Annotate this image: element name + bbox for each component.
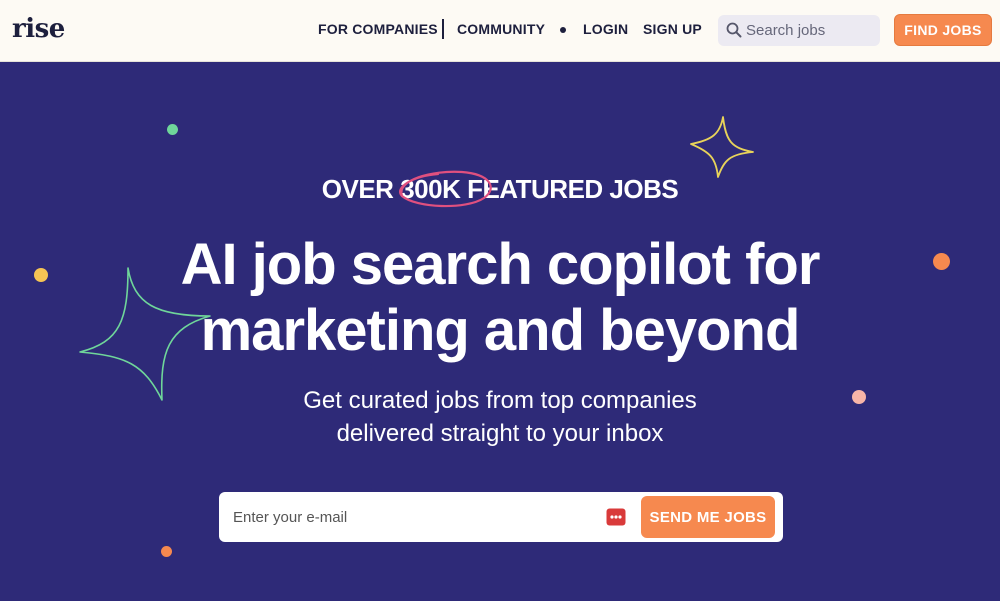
email-signup-form: SEND ME JOBS [219, 492, 783, 542]
rise-logo[interactable]: rise [12, 14, 65, 44]
small-orange-dot-decoration [161, 546, 172, 557]
search-jobs-box[interactable] [718, 15, 880, 46]
kicker-prefix: OVER [321, 174, 401, 204]
hero-headline: AI job search copilot for marketing and … [0, 232, 1000, 364]
kicker-suffix: FEATURED JOBS [460, 174, 679, 204]
find-jobs-button[interactable]: FIND JOBS [894, 14, 992, 46]
nav-divider [442, 19, 444, 39]
yellow-sparkle-icon [690, 116, 754, 178]
kicker-highlight-text: 300K [400, 174, 461, 204]
headline-line-2: marketing and beyond [200, 298, 801, 363]
search-input[interactable] [746, 15, 876, 46]
nav-sign-up[interactable]: SIGN UP [643, 21, 702, 41]
nav-bullet [560, 27, 566, 33]
headline-line-1: AI job search copilot for [180, 232, 821, 297]
search-icon [726, 22, 742, 38]
kicker-highlight: 300K [399, 170, 492, 208]
subtitle-line-1: Get curated jobs from top companies [303, 387, 697, 414]
hero-subtitle: Get curated jobs from top companies deli… [0, 384, 1000, 450]
green-dot-decoration [167, 124, 178, 135]
nav-login[interactable]: LOGIN [583, 21, 628, 41]
password-manager-icon[interactable] [606, 508, 626, 526]
send-me-jobs-button[interactable]: SEND ME JOBS [641, 496, 775, 538]
featured-jobs-kicker: OVER 300K FEATURED JOBS [0, 170, 1000, 208]
subtitle-line-2: delivered straight to your inbox [336, 420, 664, 447]
site-header: rise FOR COMPANIES COMMUNITY LOGIN SIGN … [0, 0, 1000, 62]
nav-for-companies[interactable]: FOR COMPANIES [318, 21, 438, 41]
hero-section: OVER 300K FEATURED JOBS AI job search co… [0, 62, 1000, 601]
email-field[interactable] [233, 492, 603, 542]
nav-community[interactable]: COMMUNITY [457, 21, 545, 41]
